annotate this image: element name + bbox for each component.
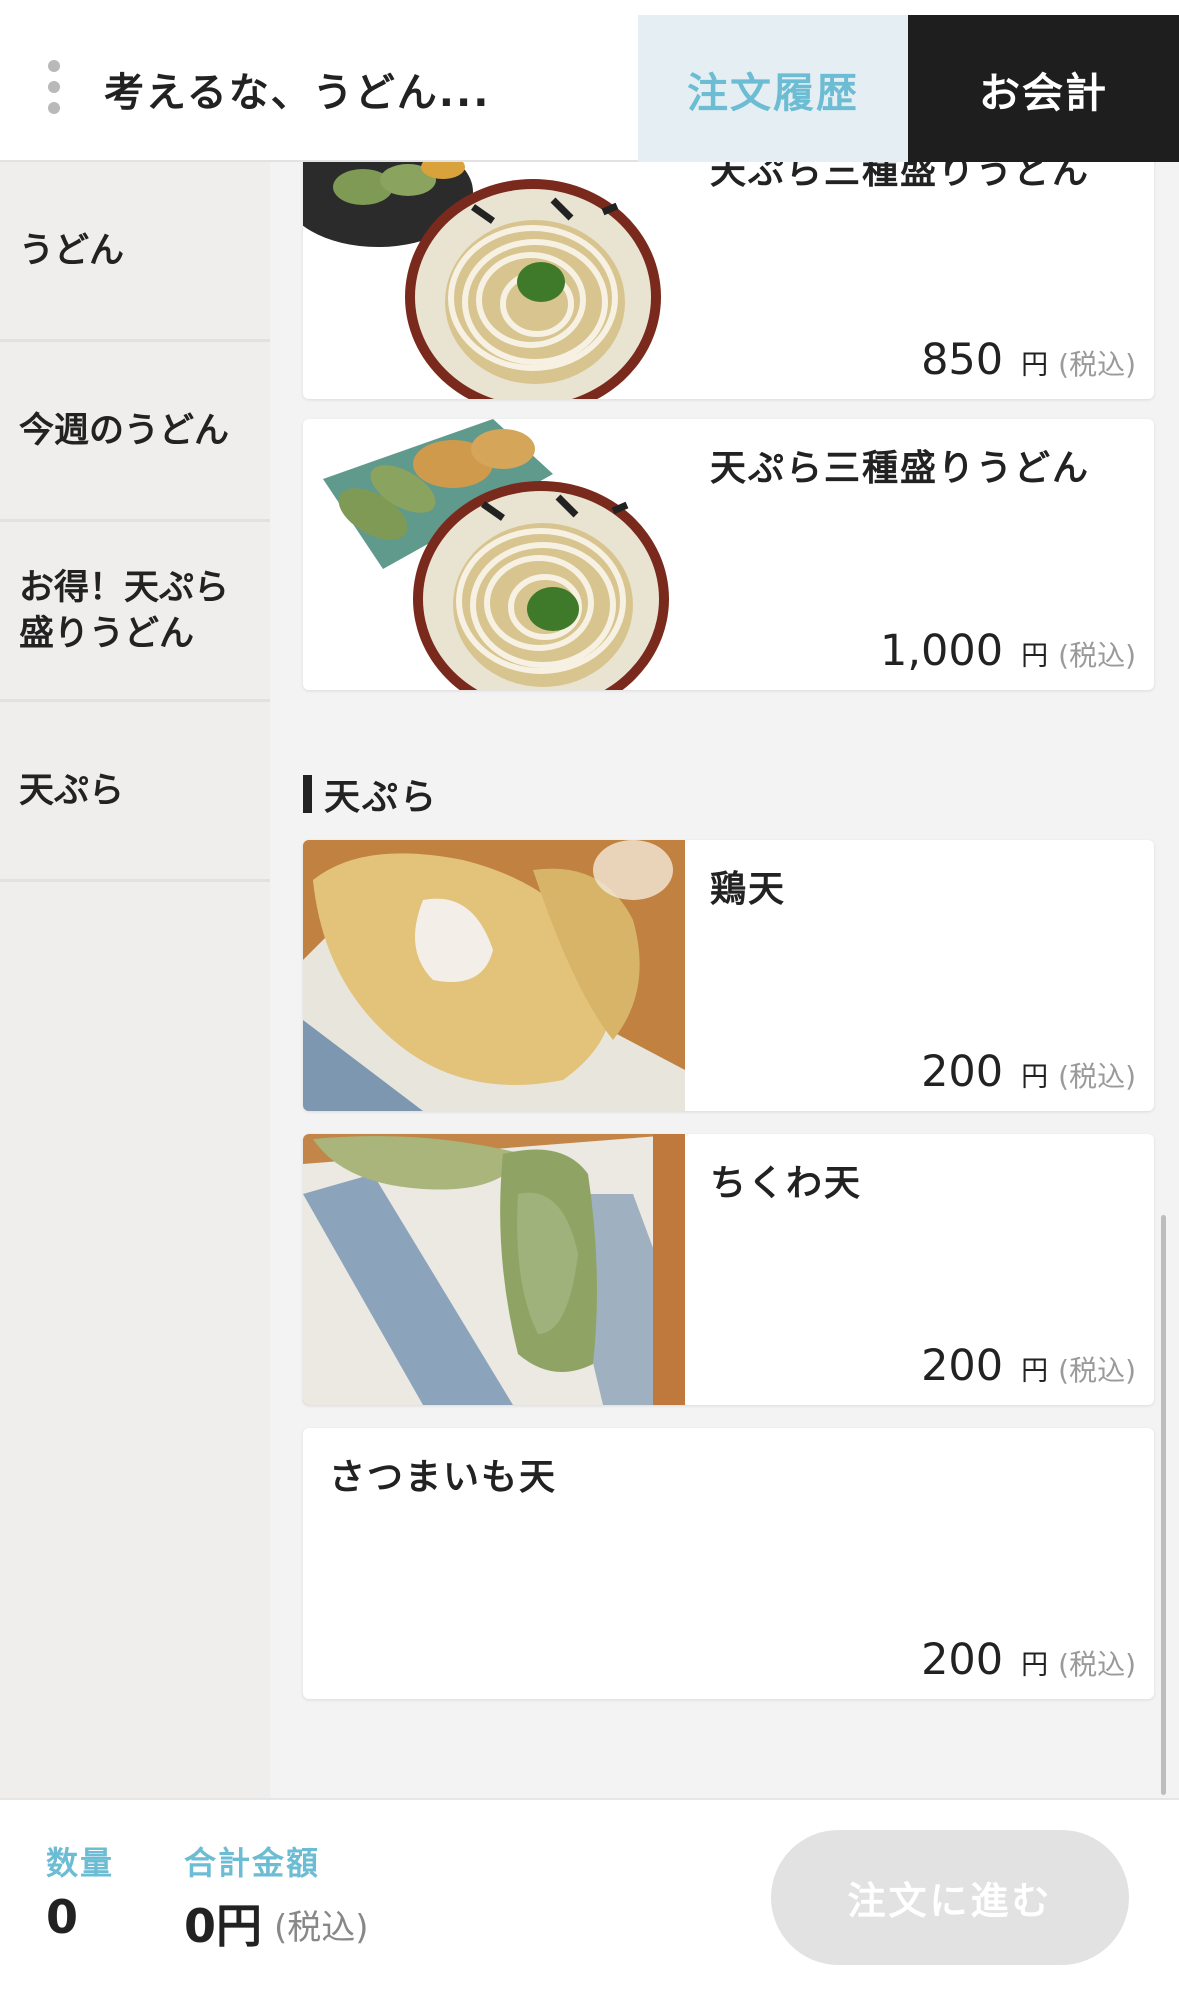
price-tax-note: (税込) [1058, 1354, 1136, 1387]
scrollbar[interactable] [1161, 1215, 1166, 1795]
section-marker [303, 775, 312, 813]
price-currency: 円 [1021, 350, 1049, 381]
order-summary-footer: 数量 0 合計金額 0円 (税込) 注文に進む [0, 1798, 1179, 1998]
sidebar-item-tempura[interactable]: 天ぷら [0, 702, 270, 882]
price-value: 200 [921, 1047, 1004, 1097]
section-header-tempura: 天ぷら [303, 774, 438, 818]
price-tax-note: (税込) [1058, 639, 1136, 672]
price-tax-note: (税込) [1058, 1648, 1136, 1681]
menu-item-card[interactable]: 天ぷら三種盛りうどん 850 円 (税込) [303, 162, 1154, 399]
total-tax-note: (税込) [274, 1908, 369, 1948]
item-price: 200 円 (税込) [921, 1047, 1136, 1097]
order-history-tab[interactable]: 注文履歴 [638, 15, 908, 162]
proceed-to-order-button[interactable]: 注文に進む [771, 1830, 1129, 1965]
price-currency: 円 [1021, 641, 1049, 672]
kebab-menu-icon[interactable] [44, 60, 64, 114]
item-price: 850 円 (税込) [921, 335, 1136, 385]
price-currency: 円 [1021, 1062, 1049, 1093]
price-tax-note: (税込) [1058, 348, 1136, 381]
item-price: 200 円 (税込) [921, 1635, 1136, 1685]
menu-item-card[interactable]: 天ぷら三種盛りうどん 1,000 円 (税込) [303, 419, 1154, 690]
item-price: 1,000 円 (税込) [880, 626, 1136, 676]
price-value: 200 [921, 1341, 1004, 1391]
item-name: ちくわ天 [710, 1163, 863, 1204]
udon-tempura-plate-image [303, 162, 685, 399]
sidebar-item-udon[interactable]: うどん [0, 162, 270, 342]
item-name: 天ぷら三種盛りうどん [710, 162, 1091, 192]
menu-item-card[interactable]: ちくわ天 200 円 (税込) [303, 1134, 1154, 1405]
price-value: 850 [921, 335, 1004, 385]
chicken-tempura-image [303, 840, 685, 1111]
udon-tempura-three-image [303, 419, 685, 690]
price-value: 1,000 [880, 626, 1004, 676]
sidebar-item-weekly-udon[interactable]: 今週のうどん [0, 342, 270, 522]
total-value: 0円 [184, 1899, 263, 1953]
quantity-value: 0 [46, 1890, 79, 1944]
shop-name: 考えるな、うどん... [104, 70, 491, 116]
item-name: 天ぷら三種盛りうどん [710, 448, 1091, 489]
price-tax-note: (税込) [1058, 1060, 1136, 1093]
sidebar-item-tempura-udon-set[interactable]: お得！天ぷら盛りうどん [0, 522, 270, 702]
price-currency: 円 [1021, 1650, 1049, 1681]
item-name: 鶏天 [710, 869, 787, 910]
item-name: さつまいも天 [329, 1457, 558, 1498]
category-sidebar: うどん 今週のうどん お得！天ぷら盛りうどん 天ぷら [0, 162, 270, 1798]
quantity-label: 数量 [46, 1844, 115, 1882]
chikuwa-tempura-image [303, 1134, 685, 1405]
menu-list: 天ぷら三種盛りうどん 850 円 (税込) 天ぷら三種盛りうどん 1,000 円… [270, 162, 1179, 1798]
menu-item-card[interactable]: 鶏天 200 円 (税込) [303, 840, 1154, 1111]
item-price: 200 円 (税込) [921, 1341, 1136, 1391]
price-value: 200 [921, 1635, 1004, 1685]
price-currency: 円 [1021, 1356, 1049, 1387]
checkout-tab[interactable]: お会計 [908, 15, 1179, 162]
section-title: 天ぷら [324, 777, 439, 818]
header-bar: 考えるな、うどん... 注文履歴 お会計 [0, 0, 1179, 162]
total-label: 合計金額 [184, 1844, 321, 1882]
menu-item-card[interactable]: さつまいも天 200 円 (税込) [303, 1428, 1154, 1699]
